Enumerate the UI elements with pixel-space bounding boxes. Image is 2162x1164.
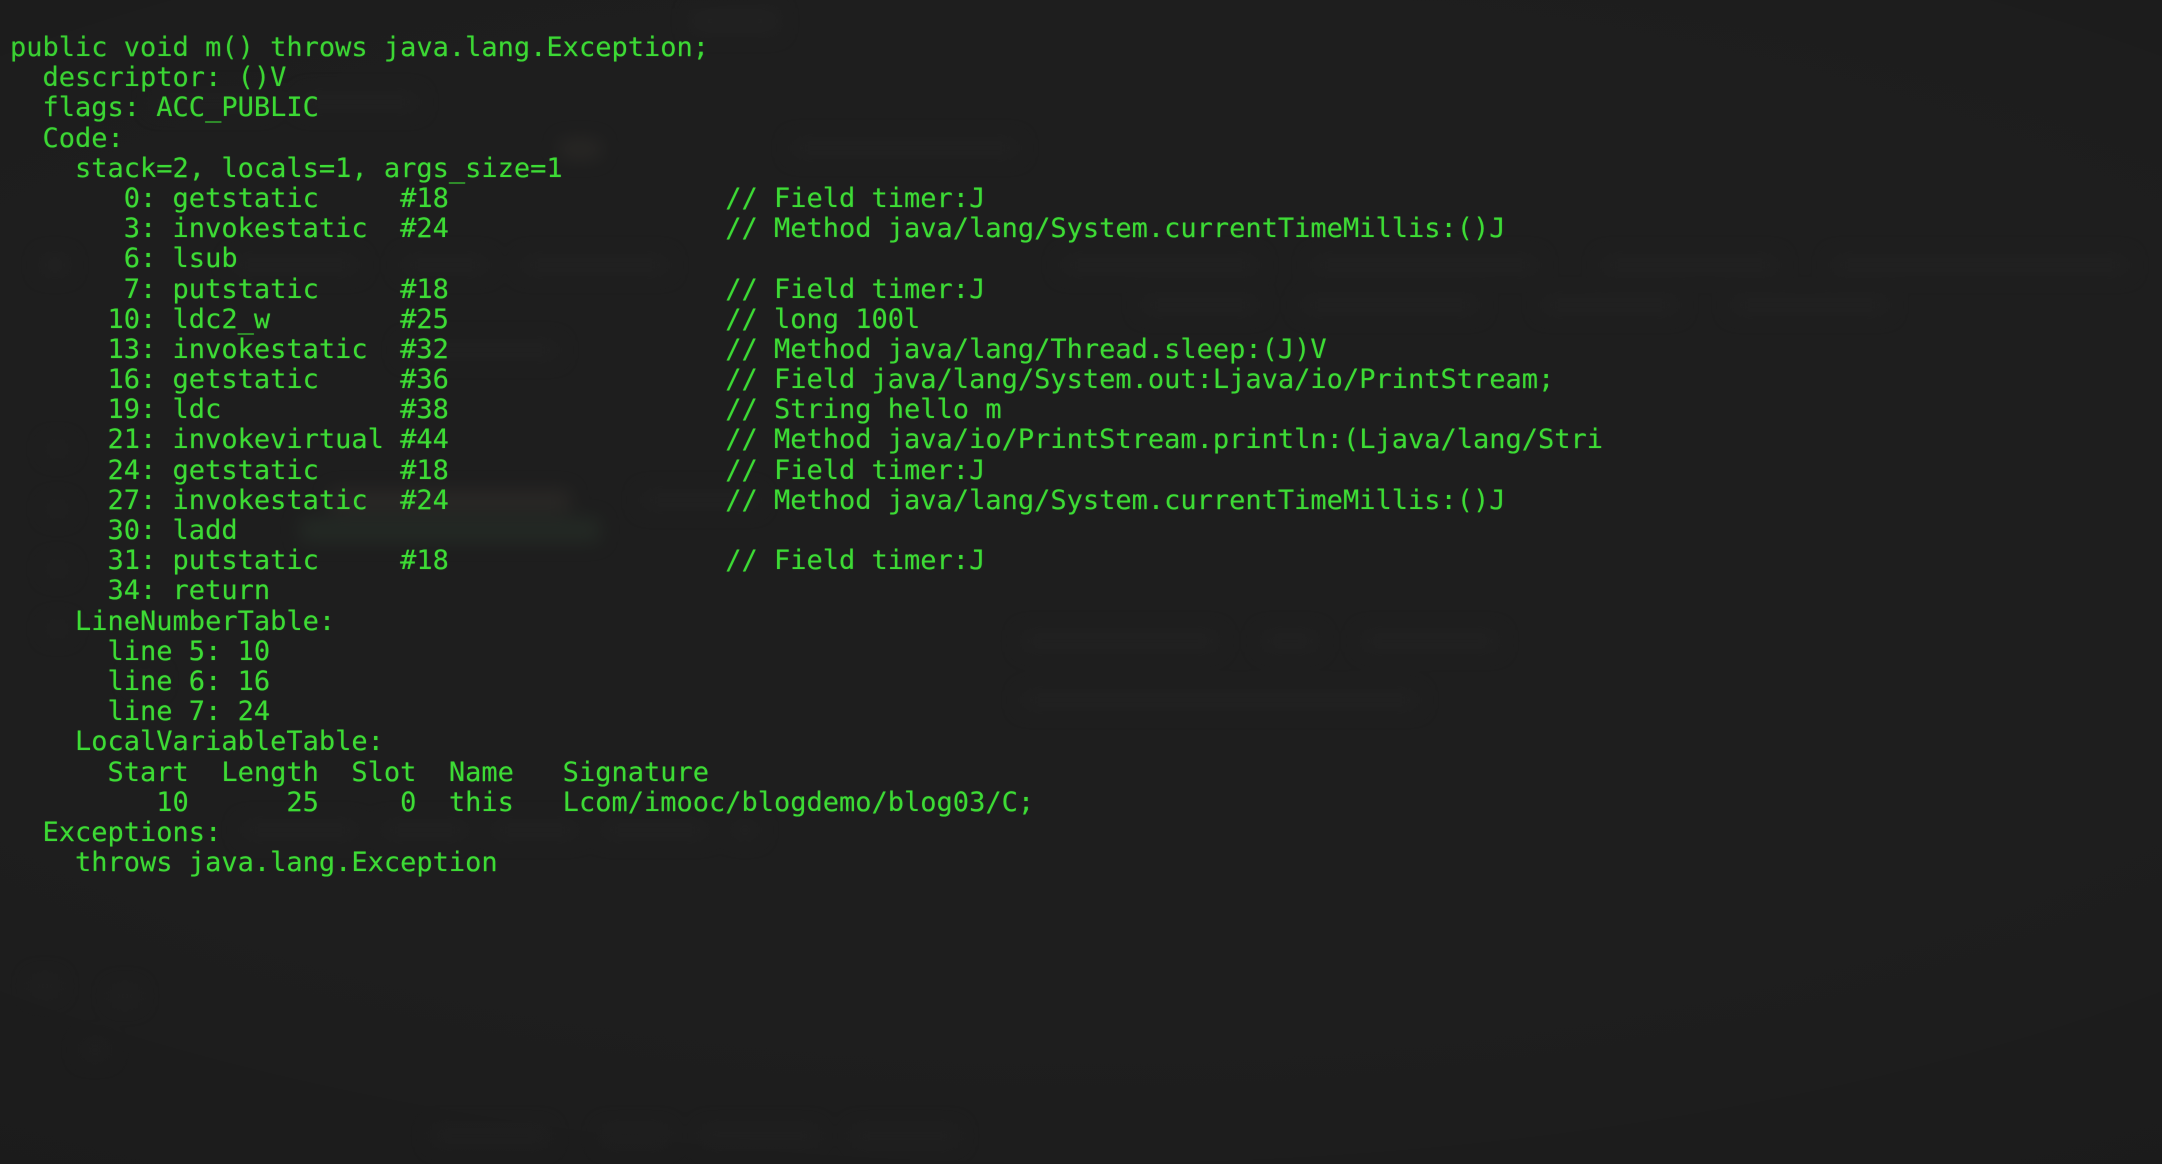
console-line: 10: ldc2_w #25 // long 100l [10,303,921,335]
console-line: LocalVariableTable: [10,726,384,758]
console-line: 24: getstatic #18 // Field timer:J [10,454,986,486]
console-line: line 6: 16 [10,665,271,697]
console-line: LineNumberTable: [10,605,336,637]
console-line: line 7: 24 [10,696,271,728]
console-line: line 5: 10 [10,635,271,667]
console-line: 10 25 0 this Lcom/imooc/blogdemo/blog03/… [10,786,1035,818]
console-line: stack=2, locals=1, args_size=1 [10,152,563,184]
console-line: 34: return [10,575,271,607]
console-line: 31: putstatic #18 // Field timer:J [10,545,986,577]
console-line: 7: putstatic #18 // Field timer:J [10,273,986,305]
console-line: descriptor: ()V [10,62,287,94]
console-line: 16: getstatic #36 // Field java/lang/Sys… [10,364,1555,396]
console-line: 21: invokevirtual #44 // Method java/io/… [10,424,1604,456]
terminal-window: public void m() throws java.lang.Excepti… [0,0,2162,1164]
console-line: Exceptions: [10,816,222,848]
console-line: flags: ACC_PUBLIC [10,92,319,124]
console-line: 19: ldc #38 // String hello m [10,394,1002,426]
console-line: public void m() throws java.lang.Excepti… [10,32,709,63]
console-line: 3: invokestatic #24 // Method java/lang/… [10,213,1506,245]
console-line: 13: invokestatic #32 // Method java/lang… [10,333,1327,365]
console-line: Code: [10,122,124,154]
console-line: 27: invokestatic #24 // Method java/lang… [10,484,1506,516]
console-line: 30: ladd [10,515,238,546]
javap-output-console[interactable]: public void m() throws java.lang.Excepti… [0,27,2162,1164]
console-line: throws java.lang.Exception [10,847,498,879]
console-line: 0: getstatic #18 // Field timer:J [10,182,986,214]
console-line: 6: lsub [10,243,238,275]
console-line: Start Length Slot Name Signature [10,756,709,788]
